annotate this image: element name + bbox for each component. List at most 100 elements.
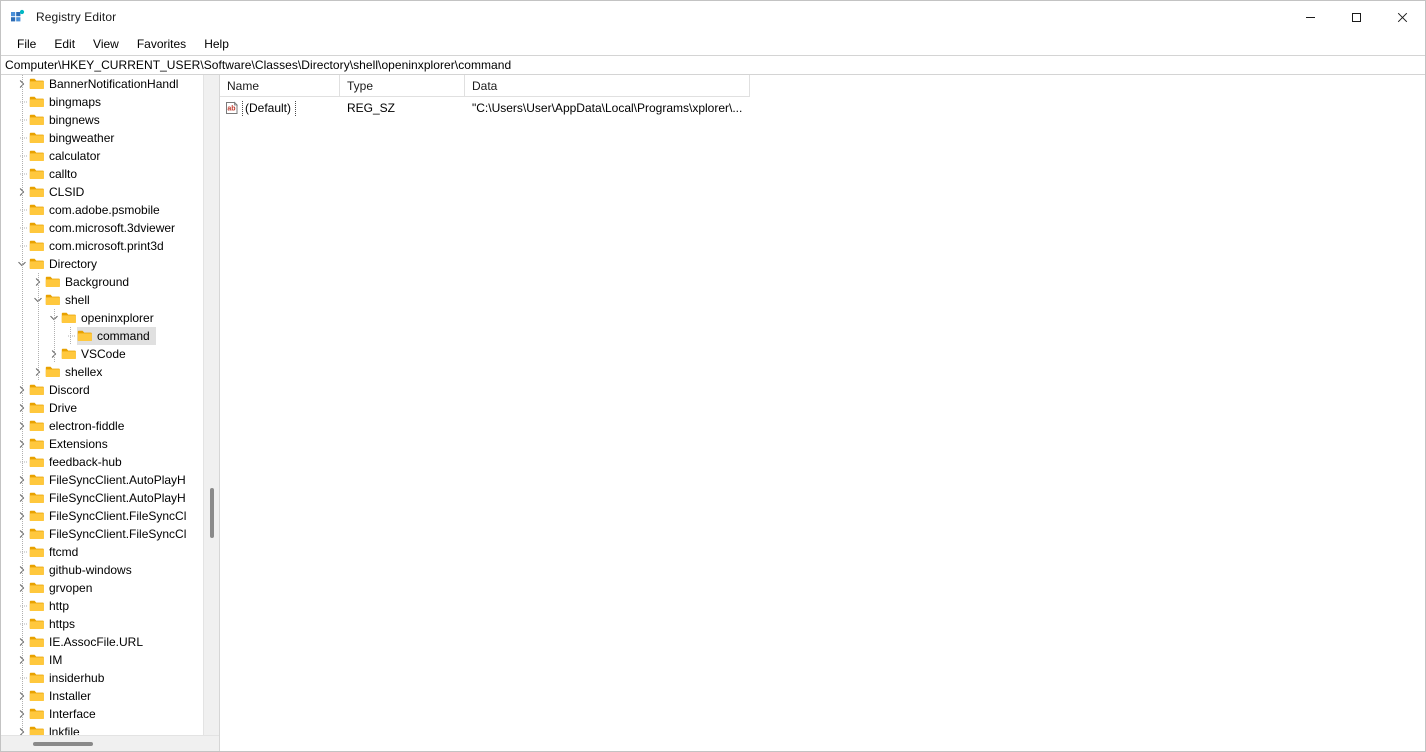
close-button[interactable] bbox=[1379, 1, 1425, 33]
tree-item-label: Drive bbox=[49, 401, 78, 415]
tree-item-label: lnkfile bbox=[49, 725, 80, 735]
folder-icon bbox=[29, 725, 45, 735]
tree-item-discord[interactable]: Discord bbox=[1, 381, 198, 399]
menu-file[interactable]: File bbox=[8, 35, 45, 53]
chevron-right-icon[interactable] bbox=[15, 705, 29, 723]
chevron-right-icon[interactable] bbox=[15, 435, 29, 453]
tree-item-filesyncclient-autoplayh[interactable]: FileSyncClient.AutoPlayH bbox=[1, 489, 198, 507]
tree-item-com-microsoft-print3d[interactable]: com.microsoft.print3d bbox=[1, 237, 198, 255]
chevron-right-icon[interactable] bbox=[15, 723, 29, 735]
tree-connector-line bbox=[15, 93, 29, 111]
chevron-down-icon[interactable] bbox=[47, 309, 61, 327]
tree-item-http[interactable]: http bbox=[1, 597, 198, 615]
menu-view[interactable]: View bbox=[84, 35, 128, 53]
tree-item-label: BannerNotificationHandl bbox=[49, 77, 179, 91]
tree-vertical-scroll-thumb[interactable] bbox=[210, 488, 214, 538]
chevron-right-icon[interactable] bbox=[15, 687, 29, 705]
chevron-right-icon[interactable] bbox=[15, 579, 29, 597]
chevron-down-icon[interactable] bbox=[15, 255, 29, 273]
tree-item-electron-fiddle[interactable]: electron-fiddle bbox=[1, 417, 198, 435]
tree-item-https[interactable]: https bbox=[1, 615, 198, 633]
chevron-right-icon[interactable] bbox=[15, 399, 29, 417]
tree-item-label: shellex bbox=[65, 365, 103, 379]
chevron-right-icon[interactable] bbox=[15, 417, 29, 435]
tree-item-shellex[interactable]: shellex bbox=[1, 363, 198, 381]
chevron-right-icon[interactable] bbox=[15, 561, 29, 579]
tree-item-im[interactable]: IM bbox=[1, 651, 198, 669]
tree-item-clsid[interactable]: CLSID bbox=[1, 183, 198, 201]
tree-item-filesyncclient-autoplayh[interactable]: FileSyncClient.AutoPlayH bbox=[1, 471, 198, 489]
menu-help[interactable]: Help bbox=[195, 35, 238, 53]
chevron-right-icon[interactable] bbox=[15, 471, 29, 489]
tree-item-calculator[interactable]: calculator bbox=[1, 147, 198, 165]
chevron-right-icon[interactable] bbox=[47, 345, 61, 363]
tree-item-extensions[interactable]: Extensions bbox=[1, 435, 198, 453]
folder-icon bbox=[61, 347, 77, 361]
tree-connector-line bbox=[15, 165, 29, 183]
tree-item-label: IE.AssocFile.URL bbox=[49, 635, 144, 649]
tree-item-com-microsoft-3dviewer[interactable]: com.microsoft.3dviewer bbox=[1, 219, 198, 237]
chevron-right-icon[interactable] bbox=[15, 489, 29, 507]
chevron-right-icon[interactable] bbox=[15, 651, 29, 669]
tree-item-filesyncclient-filesynccl[interactable]: FileSyncClient.FileSyncCl bbox=[1, 525, 198, 543]
chevron-right-icon[interactable] bbox=[15, 381, 29, 399]
chevron-right-icon[interactable] bbox=[15, 525, 29, 543]
tree-item-bingnews[interactable]: bingnews bbox=[1, 111, 198, 129]
tree-vertical-scrollbar[interactable] bbox=[203, 75, 219, 735]
tree-item-drive[interactable]: Drive bbox=[1, 399, 198, 417]
tree-horizontal-scrollbar[interactable] bbox=[1, 735, 219, 751]
tree-item-feedback-hub[interactable]: feedback-hub bbox=[1, 453, 198, 471]
tree-item-directory[interactable]: Directory bbox=[1, 255, 198, 273]
tree-item-bingweather[interactable]: bingweather bbox=[1, 129, 198, 147]
tree-item-label: callto bbox=[49, 167, 78, 181]
registry-editor-icon bbox=[10, 9, 26, 25]
tree-item-shell[interactable]: shell bbox=[1, 291, 198, 309]
tree-item-ie-assocfile-url[interactable]: IE.AssocFile.URL bbox=[1, 633, 198, 651]
tree-item-ftcmd[interactable]: ftcmd bbox=[1, 543, 198, 561]
address-bar[interactable]: Computer\HKEY_CURRENT_USER\Software\Clas… bbox=[1, 55, 1425, 75]
folder-icon bbox=[29, 77, 45, 91]
tree-item-github-windows[interactable]: github-windows bbox=[1, 561, 198, 579]
tree-item-background[interactable]: Background bbox=[1, 273, 198, 291]
tree-item-bannernotificationhandl[interactable]: BannerNotificationHandl bbox=[1, 75, 198, 93]
column-header-name[interactable]: Name bbox=[220, 75, 340, 96]
folder-icon bbox=[29, 437, 45, 451]
folder-icon bbox=[45, 365, 61, 379]
folder-icon bbox=[29, 563, 45, 577]
tree-item-content: CLSID bbox=[29, 183, 90, 201]
folder-icon bbox=[29, 203, 45, 217]
menu-favorites[interactable]: Favorites bbox=[128, 35, 195, 53]
tree-horizontal-scroll-thumb[interactable] bbox=[33, 742, 93, 746]
tree-item-content: FileSyncClient.FileSyncCl bbox=[29, 525, 192, 543]
tree-item-installer[interactable]: Installer bbox=[1, 687, 198, 705]
column-header-data[interactable]: Data bbox=[465, 75, 750, 96]
maximize-button[interactable] bbox=[1333, 1, 1379, 33]
chevron-right-icon[interactable] bbox=[15, 633, 29, 651]
tree-item-callto[interactable]: callto bbox=[1, 165, 198, 183]
tree-item-content: BannerNotificationHandl bbox=[29, 75, 184, 93]
tree-item-com-adobe-psmobile[interactable]: com.adobe.psmobile bbox=[1, 201, 198, 219]
tree-item-grvopen[interactable]: grvopen bbox=[1, 579, 198, 597]
chevron-right-icon[interactable] bbox=[31, 273, 45, 291]
table-row[interactable]: ab (Default) REG_SZ "C:\Users\User\AppDa… bbox=[220, 97, 1425, 119]
chevron-right-icon[interactable] bbox=[15, 183, 29, 201]
column-header-type[interactable]: Type bbox=[340, 75, 465, 96]
chevron-right-icon[interactable] bbox=[15, 507, 29, 525]
tree-item-bingmaps[interactable]: bingmaps bbox=[1, 93, 198, 111]
tree-item-lnkfile[interactable]: lnkfile bbox=[1, 723, 198, 735]
tree-item-filesyncclient-filesynccl[interactable]: FileSyncClient.FileSyncCl bbox=[1, 507, 198, 525]
chevron-right-icon[interactable] bbox=[15, 75, 29, 93]
tree-item-command[interactable]: command bbox=[1, 327, 198, 345]
chevron-right-icon[interactable] bbox=[31, 363, 45, 381]
chevron-down-icon[interactable] bbox=[31, 291, 45, 309]
tree-scroll-area: BannerNotificationHandl bingmaps bingnews b… bbox=[1, 75, 219, 735]
tree-item-openinxplorer[interactable]: openinxplorer bbox=[1, 309, 198, 327]
folder-icon bbox=[29, 527, 45, 541]
tree-item-vscode[interactable]: VSCode bbox=[1, 345, 198, 363]
minimize-button[interactable] bbox=[1287, 1, 1333, 33]
folder-icon bbox=[29, 401, 45, 415]
menu-edit[interactable]: Edit bbox=[45, 35, 84, 53]
registry-tree-pane: BannerNotificationHandl bingmaps bingnews b… bbox=[1, 75, 220, 751]
tree-item-insiderhub[interactable]: insiderhub bbox=[1, 669, 198, 687]
tree-item-interface[interactable]: Interface bbox=[1, 705, 198, 723]
